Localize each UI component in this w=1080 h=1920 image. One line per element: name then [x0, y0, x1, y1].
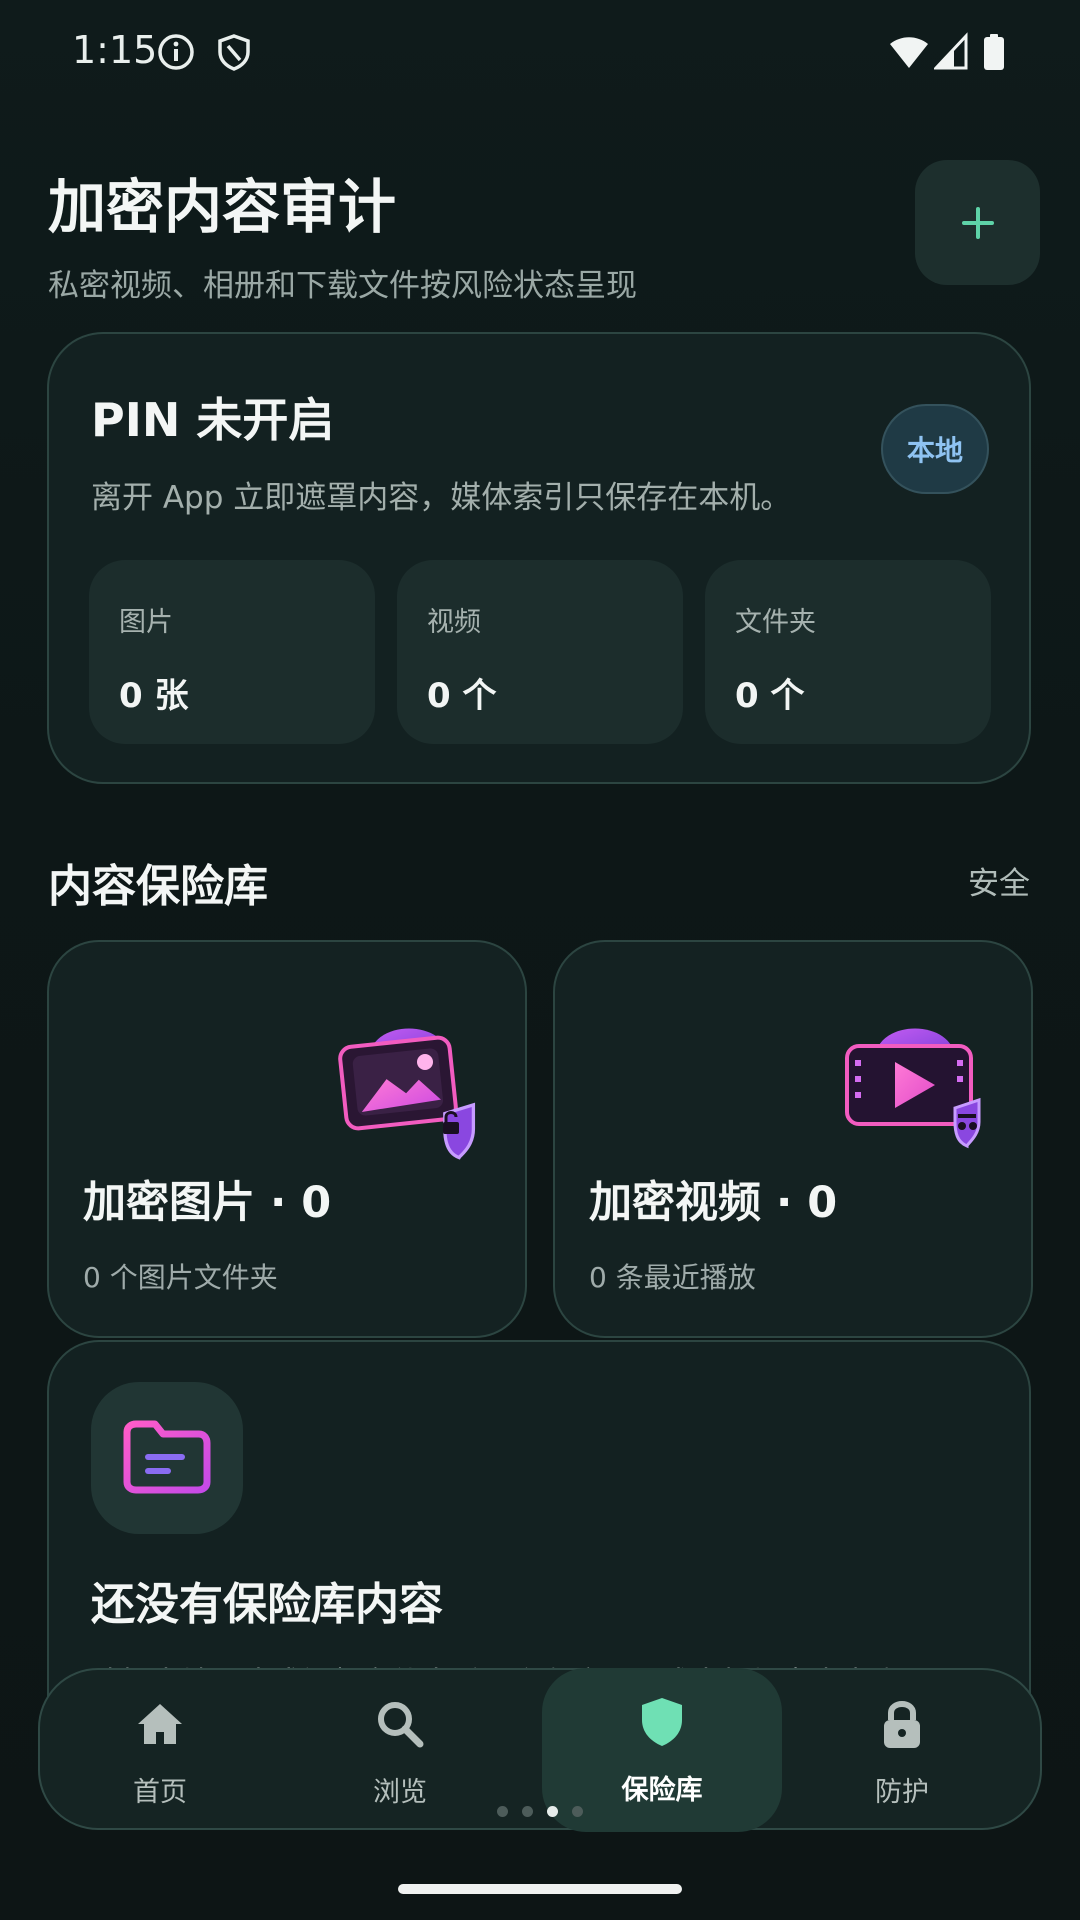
shield-outline-icon — [218, 34, 250, 71]
encrypted-videos-card[interactable]: 加密视频 · 0 0 条最近播放 — [553, 940, 1033, 1338]
local-badge: 本地 — [881, 404, 989, 494]
cell-signal-icon — [934, 32, 968, 70]
vault-section-title: 内容保险库 — [48, 861, 268, 912]
battery-icon — [984, 34, 1004, 70]
pin-status-description: 离开 App 立即遮罩内容，媒体索引只保存在本机。 — [91, 480, 792, 516]
wifi-icon — [890, 37, 928, 68]
info-icon — [158, 34, 194, 70]
stat-tile-photos: 图片 0 张 — [89, 560, 375, 744]
encrypted-photos-subtitle: 0 个图片文件夹 — [83, 1261, 278, 1294]
shield-icon — [642, 1698, 682, 1746]
page-subtitle: 私密视频、相册和下载文件按风险状态呈现 — [48, 268, 637, 304]
status-bar: 1:15 — [0, 0, 1080, 106]
page-dot-active — [547, 1806, 558, 1817]
nav-label: 防护 — [875, 1777, 929, 1808]
locked-photo-icon — [338, 1028, 476, 1160]
encrypted-photos-card[interactable]: 加密图片 · 0 0 个图片文件夹 — [47, 940, 527, 1338]
nav-label: 首页 — [133, 1777, 187, 1808]
nav-label: 保险库 — [621, 1775, 703, 1806]
encrypted-videos-title: 加密视频 · 0 — [589, 1178, 838, 1228]
stat-tile-videos: 视频 0 个 — [397, 560, 683, 744]
pin-status-card[interactable]: PIN 未开启 离开 App 立即遮罩内容，媒体索引只保存在本机。 本地 图片 … — [47, 332, 1031, 784]
page-dot — [497, 1806, 508, 1817]
stat-value: 0 张 — [119, 676, 189, 716]
empty-state-title: 还没有保险库内容 — [91, 1579, 443, 1630]
page-dot — [522, 1806, 533, 1817]
empty-icon-box — [91, 1382, 243, 1534]
stat-value: 0 个 — [427, 676, 497, 716]
lock-icon — [884, 1701, 920, 1748]
stat-tile-folders: 文件夹 0 个 — [705, 560, 991, 744]
nav-label: 浏览 — [373, 1777, 427, 1808]
stat-label: 文件夹 — [735, 607, 816, 638]
add-button[interactable] — [915, 160, 1040, 285]
home-indicator[interactable] — [398, 1884, 682, 1894]
page-indicator — [0, 1806, 1080, 1817]
stat-label: 图片 — [119, 607, 173, 638]
page-title: 加密内容审计 — [48, 173, 397, 241]
stat-label: 视频 — [427, 607, 481, 638]
encrypted-videos-subtitle: 0 条最近播放 — [589, 1261, 756, 1294]
folder-icon — [123, 1420, 211, 1494]
encrypted-photos-title: 加密图片 · 0 — [83, 1178, 332, 1228]
status-time: 1:15 — [72, 28, 158, 72]
page-dot — [572, 1806, 583, 1817]
private-video-icon — [845, 1028, 981, 1149]
search-icon — [378, 1702, 424, 1748]
pin-status-title: PIN 未开启 — [91, 393, 335, 447]
plus-icon — [961, 206, 994, 239]
vault-security-link[interactable]: 安全 — [968, 858, 1030, 903]
home-icon — [138, 1704, 182, 1744]
stat-value: 0 个 — [735, 676, 805, 716]
